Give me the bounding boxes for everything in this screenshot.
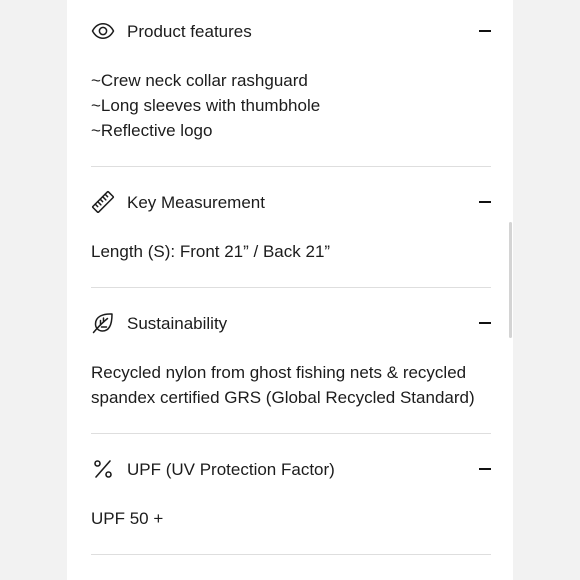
leaf-icon — [91, 311, 115, 335]
sustainability-header[interactable]: Sustainability — [91, 307, 491, 341]
section-body: Length (S): Front 21” / Back 21” — [91, 239, 330, 264]
section-title: UPF (UV Protection Factor) — [127, 460, 335, 479]
section-title: Key Measurement — [127, 193, 265, 212]
section-title: Product features — [127, 22, 252, 41]
scrollbar[interactable] — [509, 0, 512, 580]
collapse-icon[interactable] — [479, 30, 491, 32]
section-divider — [91, 287, 491, 288]
percent-icon — [91, 457, 115, 481]
product-features-header[interactable]: Product features — [91, 15, 491, 49]
scrollbar-thumb[interactable] — [509, 222, 512, 338]
section-body: ~Crew neck collar rashguard ~Long sleeve… — [91, 68, 320, 143]
upf-header[interactable]: UPF (UV Protection Factor) — [91, 453, 491, 487]
section-title: Sustainability — [127, 314, 228, 333]
section-divider — [91, 554, 491, 555]
body-line: spandex certified GRS (Global Recycled S… — [91, 388, 475, 407]
body-line: ~Crew neck collar rashguard — [91, 71, 308, 90]
key-measurement-header[interactable]: Key Measurement — [91, 186, 491, 220]
section-divider — [91, 166, 491, 167]
collapse-icon[interactable] — [479, 468, 491, 470]
body-line: Recycled nylon from ghost fishing nets &… — [91, 363, 467, 382]
section-body: UPF 50 + — [91, 506, 163, 531]
body-line: Length (S): Front 21” / Back 21” — [91, 242, 331, 261]
collapse-icon[interactable] — [479, 322, 491, 324]
body-line: ~Reflective logo — [91, 121, 213, 140]
eye-icon — [91, 19, 115, 43]
ruler-icon — [91, 190, 115, 214]
collapse-icon[interactable] — [479, 201, 491, 203]
body-line: ~Long sleeves with thumbhole — [91, 96, 321, 115]
body-line: UPF 50 + — [91, 509, 164, 528]
section-body: Recycled nylon from ghost fishing nets &… — [91, 360, 475, 410]
section-divider — [91, 433, 491, 434]
product-details-panel: Product features ~Crew neck collar rashg… — [67, 0, 513, 580]
